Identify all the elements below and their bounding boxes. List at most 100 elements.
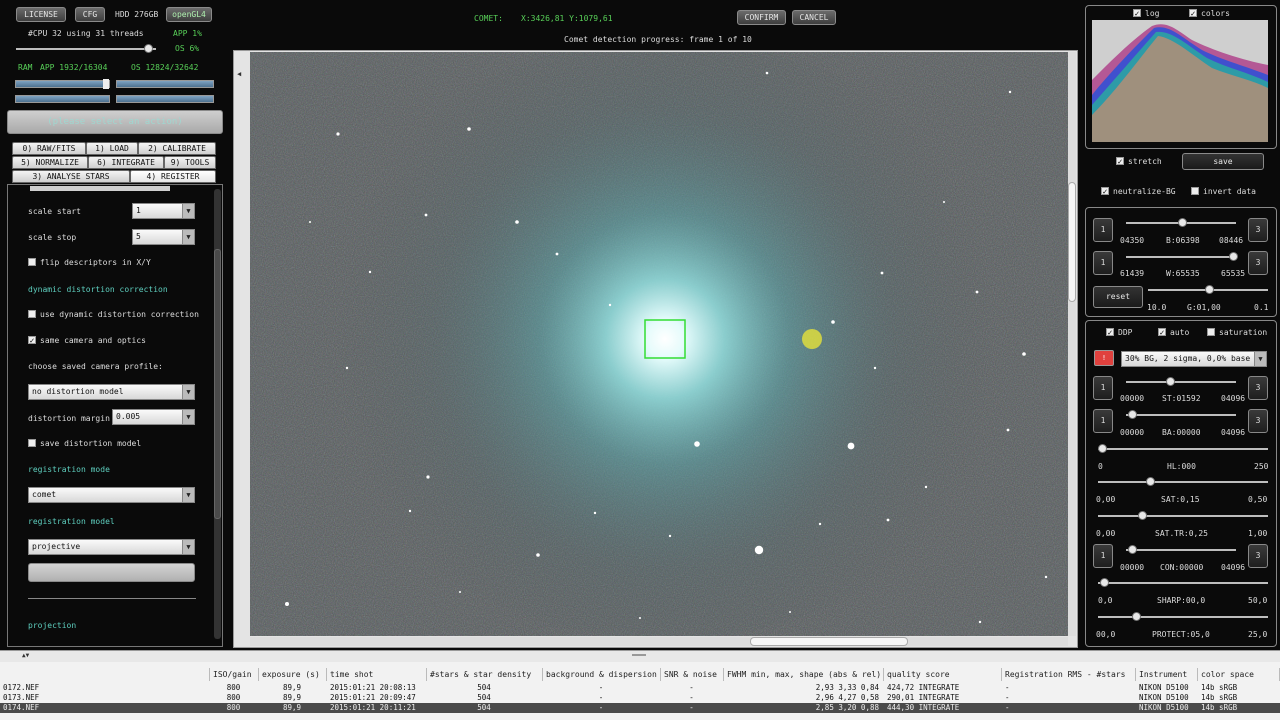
ba-slider[interactable]: [1126, 410, 1236, 419]
column-header[interactable]: [0, 668, 210, 681]
tab-calibrate[interactable]: 2) CALIBRATE: [138, 142, 216, 155]
con-knob[interactable]: [1128, 545, 1137, 554]
camera-profile-select[interactable]: no distortion model ▼: [28, 384, 195, 400]
license-button[interactable]: LICENSE: [16, 7, 66, 22]
ddp-checkbox[interactable]: ✓ DDP: [1106, 327, 1132, 337]
column-header[interactable]: ISO/gain: [210, 668, 259, 681]
st-right-button[interactable]: 3: [1248, 376, 1268, 400]
sat-slider[interactable]: [1098, 477, 1268, 486]
tab-load[interactable]: 1) LOAD: [86, 142, 138, 155]
checkmark-icon[interactable]: ✓: [1133, 8, 1141, 17]
cancel-button[interactable]: CANCEL: [792, 10, 836, 25]
splitter-handle-icon[interactable]: [632, 654, 646, 656]
protect-slider[interactable]: [1098, 612, 1268, 621]
white-point-knob[interactable]: [1229, 252, 1238, 261]
column-header[interactable]: time shot: [327, 668, 427, 681]
black-point-knob[interactable]: [1178, 218, 1187, 227]
colors-checkbox[interactable]: ✓ colors: [1189, 8, 1230, 18]
con-right-button[interactable]: 3: [1248, 544, 1268, 568]
tab-normalize[interactable]: 5) NORMALIZE: [12, 156, 88, 169]
con-slider[interactable]: [1126, 545, 1236, 554]
w-right-button[interactable]: 3: [1248, 251, 1268, 275]
panel-scrollbar[interactable]: [214, 189, 221, 639]
checkbox-icon[interactable]: [28, 438, 36, 447]
registration-model-select[interactable]: projective ▼: [28, 539, 195, 555]
checkbox-icon[interactable]: [1191, 186, 1199, 195]
con-left-button[interactable]: 1: [1093, 544, 1113, 568]
st-left-button[interactable]: 1: [1093, 376, 1113, 400]
checkbox-icon[interactable]: [28, 309, 36, 318]
ba-knob[interactable]: [1128, 410, 1137, 419]
hl-knob[interactable]: [1098, 444, 1107, 453]
tab-tools[interactable]: 9) TOOLS: [164, 156, 216, 169]
b-right-button[interactable]: 3: [1248, 218, 1268, 242]
checkmark-icon[interactable]: ✓: [1116, 156, 1124, 165]
vertical-scrollbar-thumb[interactable]: [1068, 182, 1076, 302]
tab-integrate[interactable]: 6) INTEGRATE: [88, 156, 164, 169]
cfg-button[interactable]: CFG: [75, 7, 105, 22]
checkmark-icon[interactable]: ✓: [1106, 327, 1114, 336]
protect-knob[interactable]: [1132, 612, 1141, 621]
sat-threshold-knob[interactable]: [1138, 511, 1147, 520]
sharp-slider[interactable]: [1098, 578, 1268, 587]
confirm-button[interactable]: CONFIRM: [737, 10, 786, 25]
panel-scrollbar-thumb[interactable]: [214, 249, 221, 519]
save-button[interactable]: save: [1182, 153, 1264, 170]
column-header[interactable]: SNR & noise: [661, 668, 724, 681]
comet-image[interactable]: [250, 52, 1068, 636]
registration-mode-select[interactable]: comet ▼: [28, 487, 195, 503]
scale-stop-select[interactable]: 5 ▼: [132, 229, 195, 245]
image-vertical-scrollbar[interactable]: [1068, 52, 1076, 636]
hl-slider[interactable]: [1098, 444, 1268, 453]
gamma-knob[interactable]: [1205, 285, 1214, 294]
white-point-slider[interactable]: [1126, 252, 1238, 261]
use-dynamic-distortion-checkbox[interactable]: use dynamic distortion correction: [28, 309, 199, 319]
reset-button[interactable]: reset: [1093, 286, 1143, 308]
checkbox-icon[interactable]: [28, 257, 36, 266]
column-header[interactable]: background & dispersion: [543, 668, 661, 681]
column-header[interactable]: quality score: [884, 668, 1002, 681]
cpu-slider-knob[interactable]: [144, 44, 153, 53]
invert-data-checkbox[interactable]: invert data: [1191, 186, 1256, 196]
same-camera-checkbox[interactable]: ✓ same camera and optics: [28, 335, 146, 345]
ddp-preset-select[interactable]: 30% BG, 2 sigma, 0,0% base ▼: [1121, 351, 1267, 367]
tab-register[interactable]: 4) REGISTER: [130, 170, 216, 183]
column-header[interactable]: Registration RMS - #stars: [1002, 668, 1136, 681]
sat-threshold-slider[interactable]: [1098, 511, 1268, 520]
st-slider[interactable]: [1126, 377, 1236, 386]
saturation-checkbox[interactable]: saturation: [1207, 327, 1267, 337]
opengl-button[interactable]: openGL4: [166, 7, 212, 22]
sharp-knob[interactable]: [1100, 578, 1109, 587]
b-left-button[interactable]: 1: [1093, 218, 1113, 242]
ba-right-button[interactable]: 3: [1248, 409, 1268, 433]
horizontal-scrollbar-thumb[interactable]: [750, 637, 908, 646]
stretch-checkbox[interactable]: ✓ stretch: [1116, 156, 1162, 166]
black-point-slider[interactable]: [1126, 218, 1236, 227]
column-header[interactable]: color space: [1198, 668, 1280, 681]
tab-analyse-stars[interactable]: 3) ANALYSE STARS: [12, 170, 130, 183]
auto-checkbox[interactable]: ✓ auto: [1158, 327, 1189, 337]
column-header[interactable]: Instrument: [1136, 668, 1198, 681]
table-row[interactable]: 0172.NEF 800 89,9 2015:01:21 20:08:13 504 - - 2…: [0, 683, 1280, 693]
column-header[interactable]: FWHM min, max, shape (abs & rel): [724, 668, 884, 681]
column-header[interactable]: exposure (s): [259, 668, 327, 681]
distortion-margin-select[interactable]: 0.005 ▼: [112, 409, 195, 425]
collapse-arrows-icon[interactable]: ▲▼: [22, 652, 29, 659]
action-button[interactable]: (please select an action): [7, 110, 223, 134]
table-splitter[interactable]: ▲▼: [0, 650, 1280, 662]
register-start-button[interactable]: [28, 563, 195, 582]
log-checkbox[interactable]: ✓ log: [1133, 8, 1159, 18]
flip-descriptors-checkbox[interactable]: flip descriptors in X/Y: [28, 257, 151, 267]
checkmark-icon[interactable]: ✓: [1189, 8, 1197, 17]
checkmark-icon[interactable]: ✓: [28, 335, 36, 344]
gamma-slider[interactable]: [1148, 285, 1268, 294]
column-header[interactable]: #stars & star density: [427, 668, 543, 681]
save-distortion-checkbox[interactable]: save distortion model: [28, 438, 141, 448]
table-row[interactable]: 0174.NEF 800 89,9 2015:01:21 20:11:21 504 - - 2…: [0, 703, 1280, 713]
collapse-left-arrow-icon[interactable]: ◀: [237, 70, 241, 78]
warning-indicator[interactable]: !: [1094, 350, 1114, 366]
w-left-button[interactable]: 1: [1093, 251, 1113, 275]
neutralize-bg-checkbox[interactable]: ✓ neutralize-BG: [1101, 186, 1176, 196]
scale-start-select[interactable]: 1 ▼: [132, 203, 195, 219]
checkmark-icon[interactable]: ✓: [1101, 186, 1109, 195]
